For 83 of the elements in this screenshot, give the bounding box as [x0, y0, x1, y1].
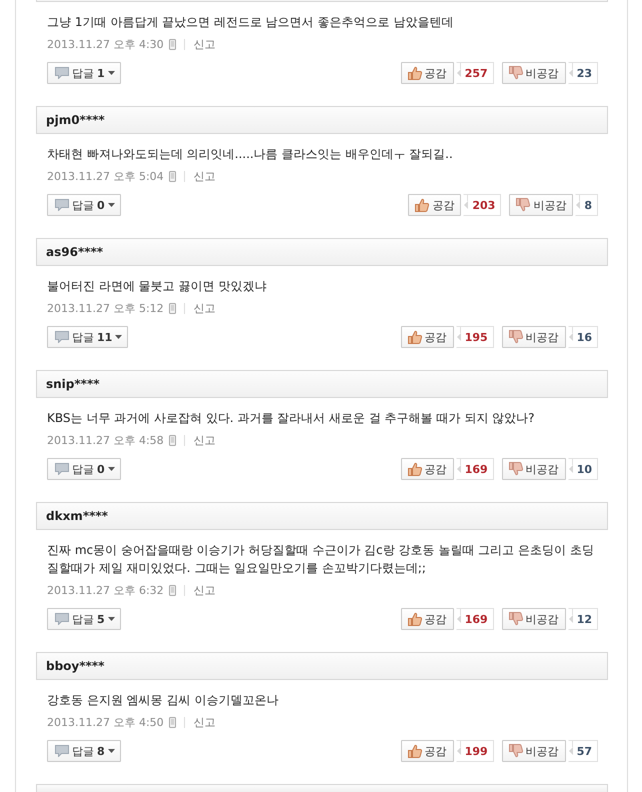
- report-link[interactable]: 신고: [194, 432, 216, 448]
- dislike-button[interactable]: 비공감: [502, 326, 566, 348]
- thumbs-up-icon: [415, 198, 430, 212]
- like-button[interactable]: 공감: [400, 608, 454, 630]
- like-count: 169: [456, 458, 494, 480]
- dislike-count: 57: [568, 740, 598, 762]
- report-link[interactable]: 신고: [194, 582, 216, 598]
- speech-bubble-icon: [55, 613, 69, 625]
- comment-date: 2013.11.27 오후 5:12: [47, 300, 164, 316]
- thumbs-up-icon: [408, 744, 422, 758]
- dislike-button[interactable]: 비공감: [509, 194, 574, 216]
- comment-text: 그냥 1기때 아름답게 끝났으면 레전드로 남으면서 좋은추억으로 남았을텐데: [47, 14, 454, 31]
- thumbs-up-icon: [408, 612, 422, 626]
- like-count: 195: [456, 326, 494, 348]
- dislike-count: 10: [568, 458, 598, 480]
- caret-icon: [108, 203, 115, 207]
- dislike-button[interactable]: 비공감: [502, 458, 566, 480]
- username: dkxm****: [46, 509, 108, 523]
- report-link[interactable]: 신고: [194, 300, 216, 316]
- mobile-phone-icon: [168, 38, 176, 50]
- mobile-phone-icon: [168, 434, 176, 446]
- thumbs-up-icon: [408, 330, 422, 344]
- like-count: 203: [463, 194, 502, 216]
- username: as96****: [46, 245, 104, 259]
- mobile-phone-icon: [168, 170, 176, 182]
- comment-text: 강호동 은지원 엠씨몽 김씨 이승기델꼬온나: [47, 692, 280, 709]
- mobile-phone-icon: [168, 716, 176, 728]
- dislike-count: 12: [568, 608, 598, 630]
- caret-icon: [108, 71, 115, 75]
- caret-icon: [108, 617, 115, 621]
- reply-button[interactable]: 답글 5: [47, 608, 121, 630]
- comment-text: 불어터진 라면에 물붓고 끓이면 맛있겠냐: [47, 278, 268, 295]
- report-link[interactable]: 신고: [194, 168, 216, 184]
- comment-date: 2013.11.27 오후 4:50: [47, 714, 164, 730]
- reply-button[interactable]: 답글 0: [47, 194, 121, 216]
- reply-button[interactable]: 답글 1: [47, 62, 121, 84]
- caret-icon: [115, 335, 122, 339]
- thumbs-down-icon: [508, 66, 523, 80]
- like-button[interactable]: 공감: [400, 740, 454, 762]
- reply-button[interactable]: 답글 8: [47, 740, 121, 762]
- comment-date: 2013.11.27 오후 5:04: [47, 168, 164, 184]
- comment-text: 진짜 mc몽이 숭어잡을때랑 이승기가 허당질할때 수근이가 김c랑 강호동 놀릴때 그리고 은초딩이 초딩질할때가 제일 재미있었다. 그때는 일요일만오기를 손꼬박기다렸는데;;: [47, 542, 595, 577]
- speech-bubble-icon: [55, 67, 69, 79]
- dislike-button[interactable]: 비공감: [502, 62, 566, 84]
- caret-icon: [108, 749, 115, 753]
- like-count: 169: [456, 608, 494, 630]
- comment-date: 2013.11.27 오후 6:32: [47, 582, 164, 598]
- like-button[interactable]: 공감: [400, 326, 454, 348]
- reply-button[interactable]: 답글 11: [47, 326, 128, 348]
- dislike-button[interactable]: 비공감: [502, 608, 566, 630]
- comment-text: 차태현 빠져나와도되는데 의리잇네.....나름 클라스잇는 배우인데ㅜ 잘되길..: [47, 146, 454, 163]
- speech-bubble-icon: [55, 331, 69, 343]
- report-link[interactable]: 신고: [194, 36, 216, 52]
- like-button[interactable]: 공감: [408, 194, 462, 216]
- like-button[interactable]: 공감: [400, 458, 454, 480]
- like-count: 257: [456, 62, 494, 84]
- username: snip****: [46, 377, 100, 391]
- username: bboy****: [46, 659, 104, 673]
- caret-icon: [108, 467, 115, 471]
- thumbs-down-icon: [508, 744, 523, 758]
- comment-date: 2013.11.27 오후 4:30: [47, 36, 164, 52]
- thumbs-up-icon: [408, 66, 422, 80]
- thumbs-down-icon: [508, 462, 523, 476]
- like-button[interactable]: 공감: [400, 62, 454, 84]
- thumbs-up-icon: [408, 462, 422, 476]
- speech-bubble-icon: [55, 199, 69, 211]
- mobile-phone-icon: [168, 584, 176, 596]
- dislike-count: 16: [568, 326, 598, 348]
- dislike-button[interactable]: 비공감: [502, 740, 566, 762]
- username: pjm0****: [46, 113, 105, 127]
- report-link[interactable]: 신고: [194, 714, 216, 730]
- comment-date: 2013.11.27 오후 4:58: [47, 432, 164, 448]
- speech-bubble-icon: [55, 463, 69, 475]
- mobile-phone-icon: [168, 302, 176, 314]
- comment-text: KBS는 너무 과거에 사로잡혀 있다. 과거를 잘라내서 새로운 걸 추구해볼 때가 되지 않았나?: [47, 410, 536, 427]
- thumbs-down-icon: [516, 198, 530, 212]
- thumbs-down-icon: [508, 612, 523, 626]
- thumbs-down-icon: [508, 330, 523, 344]
- like-count: 199: [456, 740, 494, 762]
- reply-button[interactable]: 답글 0: [47, 458, 121, 480]
- dislike-count: 8: [575, 194, 598, 216]
- dislike-count: 23: [568, 62, 598, 84]
- speech-bubble-icon: [55, 745, 69, 757]
